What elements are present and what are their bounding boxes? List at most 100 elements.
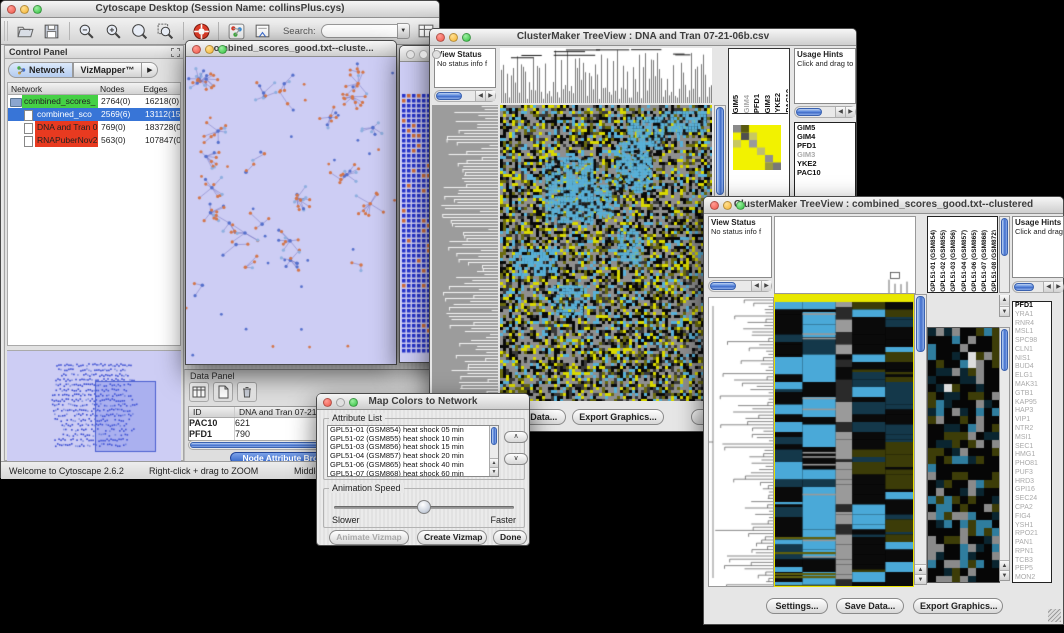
open-session-button[interactable]	[13, 20, 37, 43]
scroll-thumb[interactable]	[491, 427, 497, 445]
gene-label[interactable]: PUF3	[1015, 469, 1051, 478]
slider-thumb[interactable]	[417, 500, 431, 514]
scroll-right-icon[interactable]: ▶	[761, 281, 771, 291]
gene-label[interactable]: YSH1	[1015, 522, 1051, 531]
move-up-button[interactable]: ∧	[504, 431, 528, 443]
zoom-window-icon[interactable]	[349, 398, 358, 407]
scroll-thumb[interactable]	[1001, 218, 1008, 256]
scroll-left-icon[interactable]: ◀	[475, 91, 485, 101]
treeview-button[interactable]: Settings...	[766, 598, 828, 614]
minimize-icon[interactable]	[20, 5, 29, 14]
search-dropdown-icon[interactable]: ▼	[397, 23, 410, 39]
col-network[interactable]: Network	[8, 83, 97, 94]
close-icon[interactable]	[7, 5, 16, 14]
gene-label[interactable]: NIS1	[1015, 355, 1051, 364]
gene-label[interactable]: RPN1	[1015, 548, 1051, 557]
toolbar-grip[interactable]	[4, 21, 8, 41]
gene-label[interactable]: PAC10	[797, 168, 855, 177]
attribute-listbox[interactable]: GPL51-01 (GSM854) heat shock 05 minGPL51…	[327, 425, 499, 477]
scroll-right-icon[interactable]: ▶	[1053, 282, 1063, 292]
dialog-button[interactable]: Animate Vizmap	[329, 530, 409, 545]
dialog-titlebar[interactable]: Map Colors to Network	[317, 394, 529, 410]
attribute-item[interactable]: GPL51-07 (GSM868) heat shock 60 min	[328, 470, 498, 477]
minimize-icon[interactable]	[205, 45, 214, 54]
network-canvas[interactable]	[186, 57, 396, 364]
zoom-heatmap-vscrollbar[interactable]: ▲ ▼	[999, 327, 1010, 581]
zoom-out-button[interactable]	[75, 20, 99, 43]
close-icon[interactable]	[436, 33, 445, 42]
gene-label[interactable]: RPO21	[1015, 530, 1051, 539]
save-session-button[interactable]	[39, 20, 63, 43]
gene-label[interactable]: PFD1	[797, 141, 855, 150]
gene-label[interactable]: GIM4	[797, 132, 855, 141]
gene-label[interactable]: PAN1	[1015, 539, 1051, 548]
minimize-icon[interactable]	[723, 201, 732, 210]
scroll-thumb[interactable]	[716, 107, 724, 195]
col-id[interactable]: ID	[189, 407, 235, 417]
column-dendrogram[interactable]	[500, 48, 712, 103]
treeview-button[interactable]: Export Graphics...	[572, 409, 664, 425]
tab-vizmapper[interactable]: VizMapper™	[73, 62, 143, 78]
gene-label[interactable]: YRA1	[1015, 311, 1051, 320]
minimize-icon[interactable]	[419, 50, 428, 59]
gene-label[interactable]: HRD3	[1015, 478, 1051, 487]
scroll-thumb[interactable]	[1014, 283, 1034, 291]
scroll-up-icon[interactable]: ▲	[1000, 295, 1009, 305]
scroll-thumb[interactable]	[710, 282, 736, 290]
gene-label[interactable]: ELG1	[1015, 372, 1051, 381]
zoom-heatmap[interactable]	[927, 327, 1000, 583]
zoom-window-icon[interactable]	[218, 45, 227, 54]
gene-label[interactable]: PEP5	[1015, 565, 1051, 574]
gene-label[interactable]: MSL1	[1015, 328, 1051, 337]
col-edges[interactable]: Edges	[140, 83, 180, 94]
minimize-icon[interactable]	[336, 398, 345, 407]
zoom-fit-button[interactable]	[127, 20, 151, 43]
treeview-button[interactable]: Export Graphics...	[913, 598, 1003, 614]
scroll-left-icon[interactable]: ◀	[835, 107, 845, 117]
gene-label[interactable]: PFD1	[1015, 302, 1051, 311]
gene-label[interactable]: FIG4	[1015, 513, 1051, 522]
gene-label[interactable]: NTR2	[1015, 425, 1051, 434]
correlation-matrix[interactable]	[733, 125, 781, 170]
move-down-button[interactable]: ∨	[504, 453, 528, 465]
scroll-up-icon[interactable]: ▲	[1000, 560, 1009, 570]
column-dendrogram[interactable]	[774, 216, 916, 294]
treeview1-titlebar[interactable]: ClusterMaker TreeView : DNA and Tran 07-…	[430, 29, 856, 46]
network-tree-row[interactable]: combined_sco 2569(6) 13112(15)	[8, 108, 180, 121]
scroll-down-icon[interactable]: ▼	[1000, 570, 1009, 580]
heatmap[interactable]	[774, 294, 914, 587]
tab-network[interactable]: Network	[8, 62, 73, 78]
birdseye-overview[interactable]	[7, 350, 181, 461]
close-icon[interactable]	[406, 50, 415, 59]
gene-label[interactable]: GTB1	[1015, 390, 1051, 399]
scroll-down-icon[interactable]: ▼	[915, 574, 926, 584]
scroll-thumb[interactable]	[796, 108, 822, 116]
scroll-down-icon[interactable]: ▼	[490, 467, 498, 476]
heatmap-vscrollbar[interactable]: ▲ ▼	[914, 294, 927, 585]
zoom-in-button[interactable]	[101, 20, 125, 43]
delete-attribute-button[interactable]	[237, 382, 257, 402]
network-tree-row[interactable]: DNA and Tran 07 769(0) 183728(0)	[8, 121, 180, 134]
network-view-titlebar[interactable]: combined_scores_good.txt--cluste...	[186, 41, 396, 57]
zoom-window-icon[interactable]	[462, 33, 471, 42]
usage-hints-scrollbar[interactable]: ◀ ▶	[1012, 281, 1064, 293]
gene-label[interactable]: VIP1	[1015, 416, 1051, 425]
gene-label[interactable]: SEC1	[1015, 443, 1051, 452]
gene-label[interactable]: GIM5	[797, 123, 855, 132]
attribute-list-scrollbar[interactable]: ▲ ▼	[489, 426, 498, 476]
window-controls[interactable]	[7, 5, 42, 14]
array-labels-scroll-arrows[interactable]: ▲ ▼	[999, 295, 1010, 317]
close-icon[interactable]	[323, 398, 332, 407]
dialog-button[interactable]: Create Vizmap	[417, 530, 487, 545]
array-labels-scrollbar[interactable]	[999, 216, 1010, 293]
gene-label[interactable]: BUD4	[1015, 363, 1051, 372]
treeview2-titlebar[interactable]: ClusterMaker TreeView : combined_scores_…	[704, 197, 1063, 214]
zoom-window-icon[interactable]	[33, 5, 42, 14]
scroll-left-icon[interactable]: ◀	[1043, 282, 1053, 292]
gene-label[interactable]: HMG1	[1015, 451, 1051, 460]
scroll-thumb[interactable]	[916, 296, 925, 352]
scroll-thumb[interactable]	[436, 92, 462, 100]
resize-handle[interactable]	[1048, 609, 1061, 622]
zoom-window-icon[interactable]	[736, 201, 745, 210]
gene-label[interactable]: HAP3	[1015, 407, 1051, 416]
